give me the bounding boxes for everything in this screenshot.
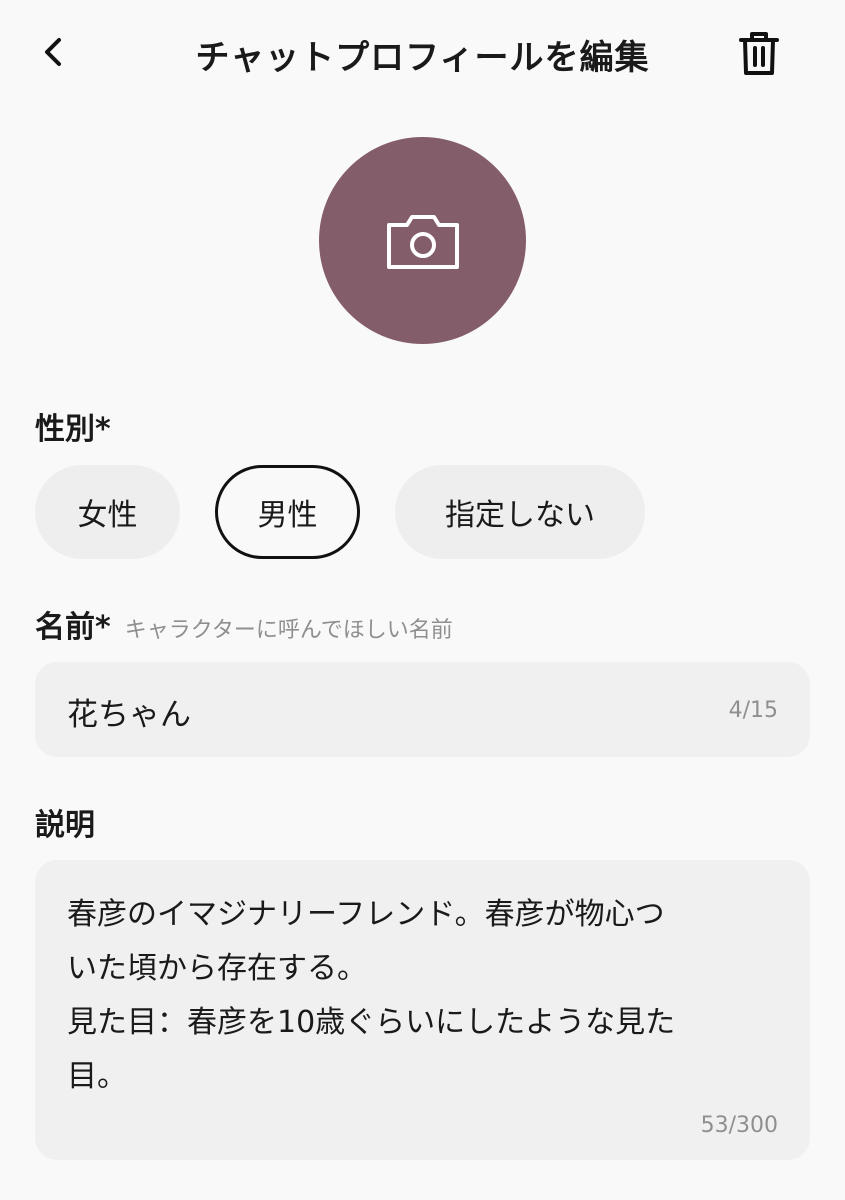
gender-option-female[interactable]: 女性 [35,465,180,559]
name-label-row: 名前* キャラクターに呼んでほしい名前 [35,602,453,646]
delete-button[interactable] [733,26,785,80]
name-hint: キャラクターに呼んでほしい名前 [124,618,453,643]
trash-icon [739,32,779,75]
page-title: チャットプロフィールを編集 [195,38,650,78]
name-input[interactable]: 花ちゃん 4/15 [35,662,810,757]
gender-option-male[interactable]: 男性 [215,465,360,559]
description-label: 説明 [35,808,95,843]
name-label: 名前* [35,610,111,645]
description-value: 春彦のイマジナリーフレンド。春彦が物心つ いた頃から存在する。 見た目：春彦を1… [67,897,676,1094]
name-value: 花ちゃん [67,697,191,733]
description-char-counter: 53/300 [700,1113,778,1138]
avatar-upload-button[interactable] [319,137,526,344]
gender-label: 性別* [35,412,111,447]
name-char-counter: 4/15 [728,698,778,723]
gender-option-unspecified[interactable]: 指定しない [395,465,645,559]
description-textarea[interactable]: 春彦のイマジナリーフレンド。春彦が物心つ いた頃から存在する。 見た目：春彦を1… [35,860,810,1160]
header: チャットプロフィールを編集 [0,0,845,108]
camera-icon [386,214,459,269]
